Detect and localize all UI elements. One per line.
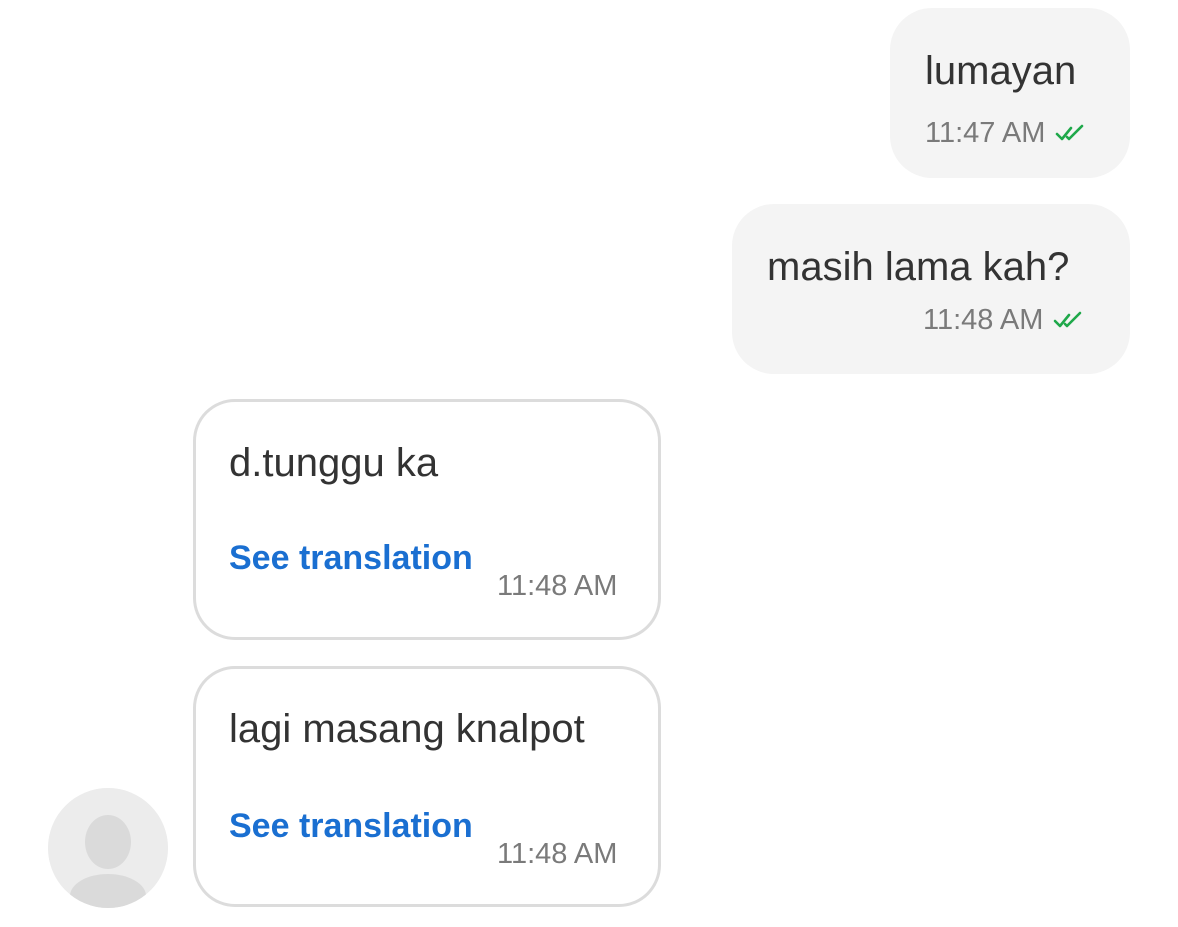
message-text: lagi masang knalpot [229,707,585,751]
message-timestamp: 11:48 AM [923,304,1044,336]
message-timestamp: 11:47 AM [925,117,1046,149]
message-timestamp: 11:48 AM [497,570,618,602]
double-check-icon [1054,311,1082,328]
message-text: masih lama kah? [767,245,1070,289]
message-bubble-outgoing[interactable]: lumayan 11:47 AM [890,8,1130,178]
message-text: lumayan [925,49,1077,93]
message-meta: 11:47 AM [925,116,1087,150]
see-translation-link[interactable]: See translation [229,538,473,578]
sender-avatar[interactable] [48,788,168,908]
message-bubble-outgoing[interactable]: masih lama kah? 11:48 AM [732,204,1130,374]
message-bubble-incoming[interactable]: lagi masang knalpot See translation 11:4… [193,666,661,907]
message-timestamp: 11:48 AM [497,838,618,870]
message-meta: 11:48 AM [923,303,1085,337]
message-text: d.tunggu ka [229,441,439,485]
see-translation-link[interactable]: See translation [229,806,473,846]
double-check-icon [1056,124,1084,141]
message-bubble-incoming[interactable]: d.tunggu ka See translation 11:48 AM [193,399,661,640]
person-placeholder-icon [48,788,168,908]
